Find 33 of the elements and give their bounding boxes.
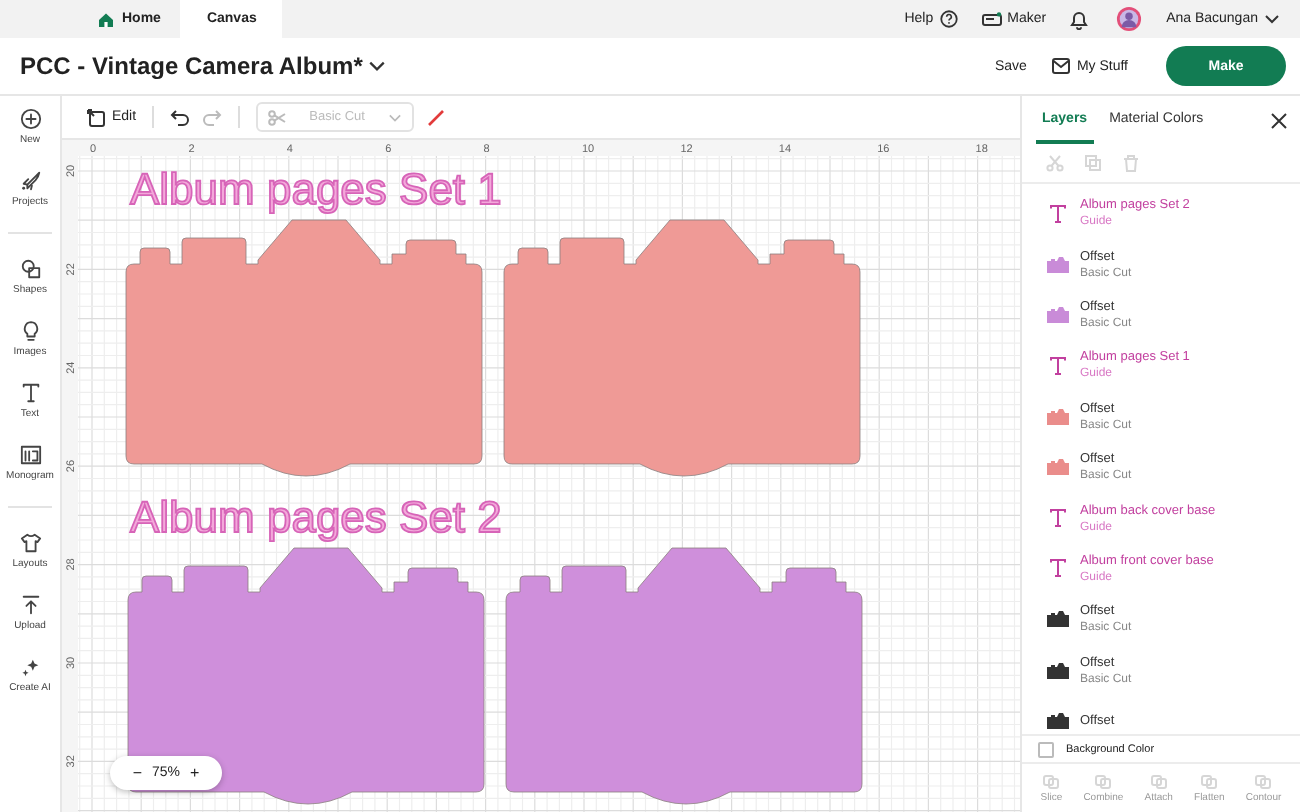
text-icon [19,382,41,404]
undo-icon[interactable] [170,107,191,127]
text-icon [1046,203,1070,224]
scissors-icon [268,109,287,125]
shapes-icon [19,258,41,280]
question-icon [939,10,958,28]
checkbox[interactable] [1038,741,1054,757]
chevron-down-icon [388,111,403,123]
edit-icon [86,107,106,127]
zoom-in-button[interactable]: + [190,765,200,781]
plus-circle-icon [19,108,41,130]
project-title: PCC - Vintage Camera Album* [20,52,363,80]
machine-icon [981,12,1002,26]
bell-icon[interactable] [1070,9,1089,29]
chevron-down-icon [1264,12,1280,26]
shirt-icon [19,532,41,554]
chevron-down-icon[interactable] [368,58,387,74]
text-icon [1046,558,1070,579]
monogram-icon [19,444,41,466]
lightbulb-icon [19,320,41,342]
rocket-icon [19,170,41,192]
sparkle-icon [19,656,41,678]
text-icon [1046,355,1070,376]
upload-icon [19,594,41,616]
house-icon [98,11,114,27]
close-icon[interactable] [1270,111,1288,129]
envelope-icon [1052,58,1071,74]
guide-text: Album pages Set 2 [130,492,502,542]
guide-text: Album pages Set 1 [130,164,502,214]
zoom-out-button[interactable]: − [132,765,142,781]
avatar[interactable] [1116,6,1143,32]
text-icon [1046,508,1070,529]
no-color-swatch-icon[interactable] [426,107,447,127]
